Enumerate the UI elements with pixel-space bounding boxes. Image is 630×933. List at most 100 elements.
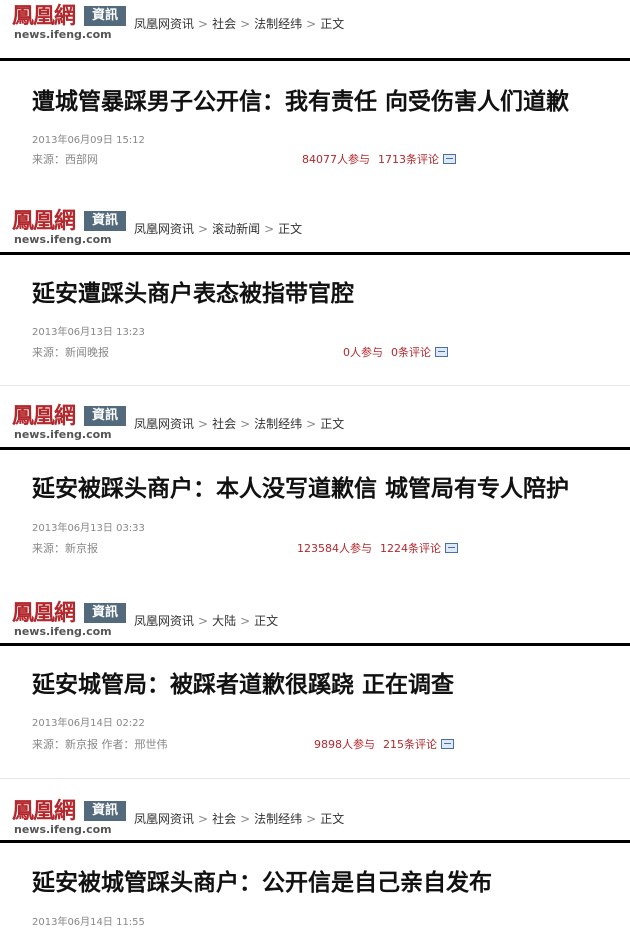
article-date: 2013年06月14日 11:55 <box>32 917 145 928</box>
participants-link[interactable]: 84077人参与 <box>302 153 370 166</box>
chevron-right-icon: > <box>198 614 209 628</box>
breadcrumb-item[interactable]: 凤凰网资讯 <box>134 17 194 31</box>
comment-icon[interactable] <box>445 543 458 553</box>
logo-domain: news.ifeng.com <box>14 625 112 638</box>
chevron-right-icon: > <box>198 417 209 431</box>
logo-badge: 資訊 <box>84 211 126 231</box>
article-source: 来源：西部网 <box>32 153 98 166</box>
breadcrumb-item[interactable]: 社会 <box>212 812 236 826</box>
header-rule <box>0 840 630 843</box>
article-title: 延安城管局：被踩者道歉很蹊跷 正在调查 <box>32 671 455 698</box>
breadcrumb-item[interactable]: 法制经纬 <box>254 812 302 826</box>
ifeng-logo[interactable]: 鳳凰網 資訊 news.ifeng.com <box>10 2 126 44</box>
breadcrumb-item[interactable]: 凤凰网资讯 <box>134 417 194 431</box>
comment-icon[interactable] <box>443 154 456 164</box>
engagement-stats: 9898人参与 215条评论 <box>314 738 454 752</box>
ifeng-logo[interactable]: 鳳凰網 資訊 news.ifeng.com <box>10 797 126 839</box>
comment-icon[interactable] <box>435 347 448 357</box>
breadcrumb-item: 正文 <box>320 17 345 31</box>
article-card-1: 鳳凰網 資訊 news.ifeng.com 凤凰网资讯 > 社会 > 法制经纬 > 正文 遭… <box>0 0 630 195</box>
breadcrumb-item: 正文 <box>278 222 303 236</box>
site-header: 鳳凰網 資訊 news.ifeng.com 凤凰网资讯 > 滚动新闻 > 正文 <box>0 205 630 251</box>
breadcrumb-item[interactable]: 法制经纬 <box>254 17 302 31</box>
article-date: 2013年06月13日 03:33 <box>32 523 145 534</box>
breadcrumb-item[interactable]: 社会 <box>212 17 236 31</box>
article-title: 延安被踩头商户：本人没写道歉信 城管局有专人陪护 <box>32 475 570 502</box>
breadcrumb: 凤凰网资讯 > 社会 > 法制经纬 > 正文 <box>134 811 344 827</box>
chevron-right-icon: > <box>306 417 317 431</box>
comment-icon[interactable] <box>441 739 454 749</box>
article-date: 2013年06月09日 15:12 <box>32 135 145 146</box>
comments-link[interactable]: 1713条评论 <box>378 153 439 166</box>
participants-link[interactable]: 123584人参与 <box>297 542 372 555</box>
breadcrumb-item: 正文 <box>320 417 345 431</box>
participants-link[interactable]: 9898人参与 <box>314 738 375 751</box>
breadcrumb-item[interactable]: 滚动新闻 <box>212 222 260 236</box>
chevron-right-icon: > <box>306 17 317 31</box>
article-title: 延安遭踩头商户表态被指带官腔 <box>32 280 354 307</box>
breadcrumb-item[interactable]: 凤凰网资讯 <box>134 812 194 826</box>
chevron-right-icon: > <box>240 17 251 31</box>
breadcrumb-item[interactable]: 法制经纬 <box>254 417 302 431</box>
article-card-3: 鳳凰網 資訊 news.ifeng.com 凤凰网资讯 > 社会 > 法制经纬 > 正文 延… <box>0 400 630 590</box>
article-card-5: 鳳凰網 資訊 news.ifeng.com 凤凰网资讯 > 社会 > 法制经纬 > 正文 延… <box>0 795 630 933</box>
breadcrumb-item[interactable]: 社会 <box>212 417 236 431</box>
logo-text: 鳳凰網 <box>12 403 76 429</box>
breadcrumb-item[interactable]: 凤凰网资讯 <box>134 614 194 628</box>
logo-badge: 資訊 <box>84 801 126 821</box>
breadcrumb-item[interactable]: 凤凰网资讯 <box>134 222 194 236</box>
header-rule <box>0 252 630 255</box>
chevron-right-icon: > <box>198 812 209 826</box>
article-source: 来源：新京报 <box>32 542 98 555</box>
breadcrumb: 凤凰网资讯 > 滚动新闻 > 正文 <box>134 221 302 237</box>
header-rule <box>0 58 630 61</box>
breadcrumb-item[interactable]: 大陆 <box>212 614 236 628</box>
breadcrumb: 凤凰网资讯 > 社会 > 法制经纬 > 正文 <box>134 16 344 32</box>
comments-link[interactable]: 215条评论 <box>383 738 437 751</box>
breadcrumb-item: 正文 <box>254 614 279 628</box>
card-divider <box>0 385 630 386</box>
chevron-right-icon: > <box>306 812 317 826</box>
breadcrumb: 凤凰网资讯 > 社会 > 法制经纬 > 正文 <box>134 416 344 432</box>
chevron-right-icon: > <box>198 222 209 236</box>
engagement-stats: 123584人参与 1224条评论 <box>297 542 458 556</box>
participants-link[interactable]: 0人参与 <box>343 346 383 359</box>
logo-domain: news.ifeng.com <box>14 233 112 246</box>
chevron-right-icon: > <box>240 417 251 431</box>
logo-text: 鳳凰網 <box>12 600 76 626</box>
logo-badge: 資訊 <box>84 6 126 26</box>
logo-text: 鳳凰網 <box>12 3 76 29</box>
comments-link[interactable]: 1224条评论 <box>380 542 441 555</box>
article-date: 2013年06月13日 13:23 <box>32 327 145 338</box>
engagement-stats: 84077人参与 1713条评论 <box>302 153 456 167</box>
article-card-4: 鳳凰網 資訊 news.ifeng.com 凤凰网资讯 > 大陆 > 正文 延安城管局：… <box>0 597 630 787</box>
site-header: 鳳凰網 資訊 news.ifeng.com 凤凰网资讯 > 大陆 > 正文 <box>0 597 630 643</box>
breadcrumb-item: 正文 <box>320 812 345 826</box>
logo-domain: news.ifeng.com <box>14 428 112 441</box>
chevron-right-icon: > <box>264 222 275 236</box>
logo-domain: news.ifeng.com <box>14 823 112 836</box>
chevron-right-icon: > <box>240 812 251 826</box>
site-header: 鳳凰網 資訊 news.ifeng.com 凤凰网资讯 > 社会 > 法制经纬 > 正文 <box>0 0 630 46</box>
article-date: 2013年06月14日 02:22 <box>32 718 145 729</box>
comments-link[interactable]: 0条评论 <box>391 346 431 359</box>
site-header: 鳳凰網 資訊 news.ifeng.com 凤凰网资讯 > 社会 > 法制经纬 > 正文 <box>0 795 630 841</box>
article-card-2: 鳳凰網 資訊 news.ifeng.com 凤凰网资讯 > 滚动新闻 > 正文 延安遭踩… <box>0 205 630 395</box>
ifeng-logo[interactable]: 鳳凰網 資訊 news.ifeng.com <box>10 207 126 249</box>
header-rule <box>0 643 630 646</box>
ifeng-logo[interactable]: 鳳凰網 資訊 news.ifeng.com <box>10 599 126 641</box>
header-rule <box>0 447 630 450</box>
article-source: 来源：新京报 作者：邢世伟 <box>32 738 168 751</box>
logo-text: 鳳凰網 <box>12 798 76 824</box>
logo-badge: 資訊 <box>84 603 126 623</box>
card-divider <box>0 778 630 779</box>
logo-domain: news.ifeng.com <box>14 28 112 41</box>
logo-badge: 資訊 <box>84 406 126 426</box>
article-title: 遭城管暴踩男子公开信：我有责任 向受伤害人们道歉 <box>32 88 570 115</box>
article-title: 延安被城管踩头商户：公开信是自己亲自发布 <box>32 869 492 896</box>
logo-text: 鳳凰網 <box>12 208 76 234</box>
ifeng-logo[interactable]: 鳳凰網 資訊 news.ifeng.com <box>10 402 126 444</box>
site-header: 鳳凰網 資訊 news.ifeng.com 凤凰网资讯 > 社会 > 法制经纬 > 正文 <box>0 400 630 446</box>
engagement-stats: 0人参与 0条评论 <box>343 346 448 360</box>
chevron-right-icon: > <box>240 614 251 628</box>
